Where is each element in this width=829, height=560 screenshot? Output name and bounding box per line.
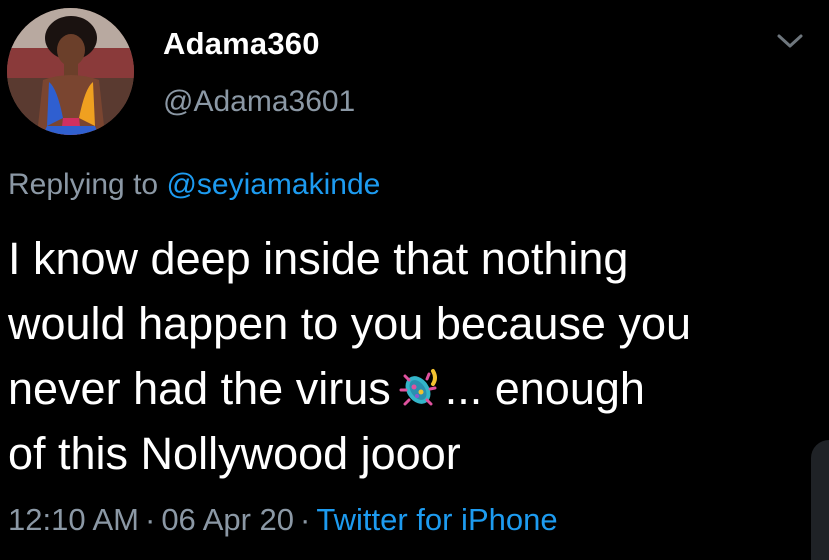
tweet-source[interactable]: Twitter for iPhone <box>316 502 557 537</box>
tweet-text-line: would happen to you because you <box>8 298 692 349</box>
avatar[interactable] <box>7 8 134 135</box>
chevron-down-icon[interactable] <box>776 31 804 51</box>
edge-decoration <box>811 440 829 560</box>
tweet-text-fragment: never had the virus <box>8 363 391 414</box>
tweet-text-line: of this Nollywood jooor <box>8 428 461 479</box>
replying-prefix: Replying to <box>8 168 159 201</box>
tweet-meta: 12:10 AM · 06 Apr 20 · Twitter for iPhone <box>8 502 558 538</box>
tweet-text-line: I know deep inside that nothing <box>8 233 629 284</box>
tweet-text-line: never had the virus ... enough <box>8 356 818 421</box>
avatar-image <box>7 8 134 135</box>
replying-to: Replying to @seyiamakinde <box>8 168 380 202</box>
tweet-date[interactable]: 06 Apr 20 <box>161 502 294 537</box>
tweet-text: I know deep inside that nothing would ha… <box>8 226 818 486</box>
tweet-time[interactable]: 12:10 AM <box>8 502 139 537</box>
display-name[interactable]: Adama360 <box>163 26 320 62</box>
tweet: Adama360 @Adama3601 Replying to @seyiama… <box>0 0 829 560</box>
meta-separator: · <box>300 502 311 537</box>
mention-link[interactable]: @seyiamakinde <box>166 168 380 201</box>
user-handle[interactable]: @Adama3601 <box>163 85 355 119</box>
meta-separator: · <box>144 502 156 537</box>
microbe-emoji-icon <box>395 364 441 410</box>
tweet-text-fragment: ... enough <box>444 363 645 414</box>
